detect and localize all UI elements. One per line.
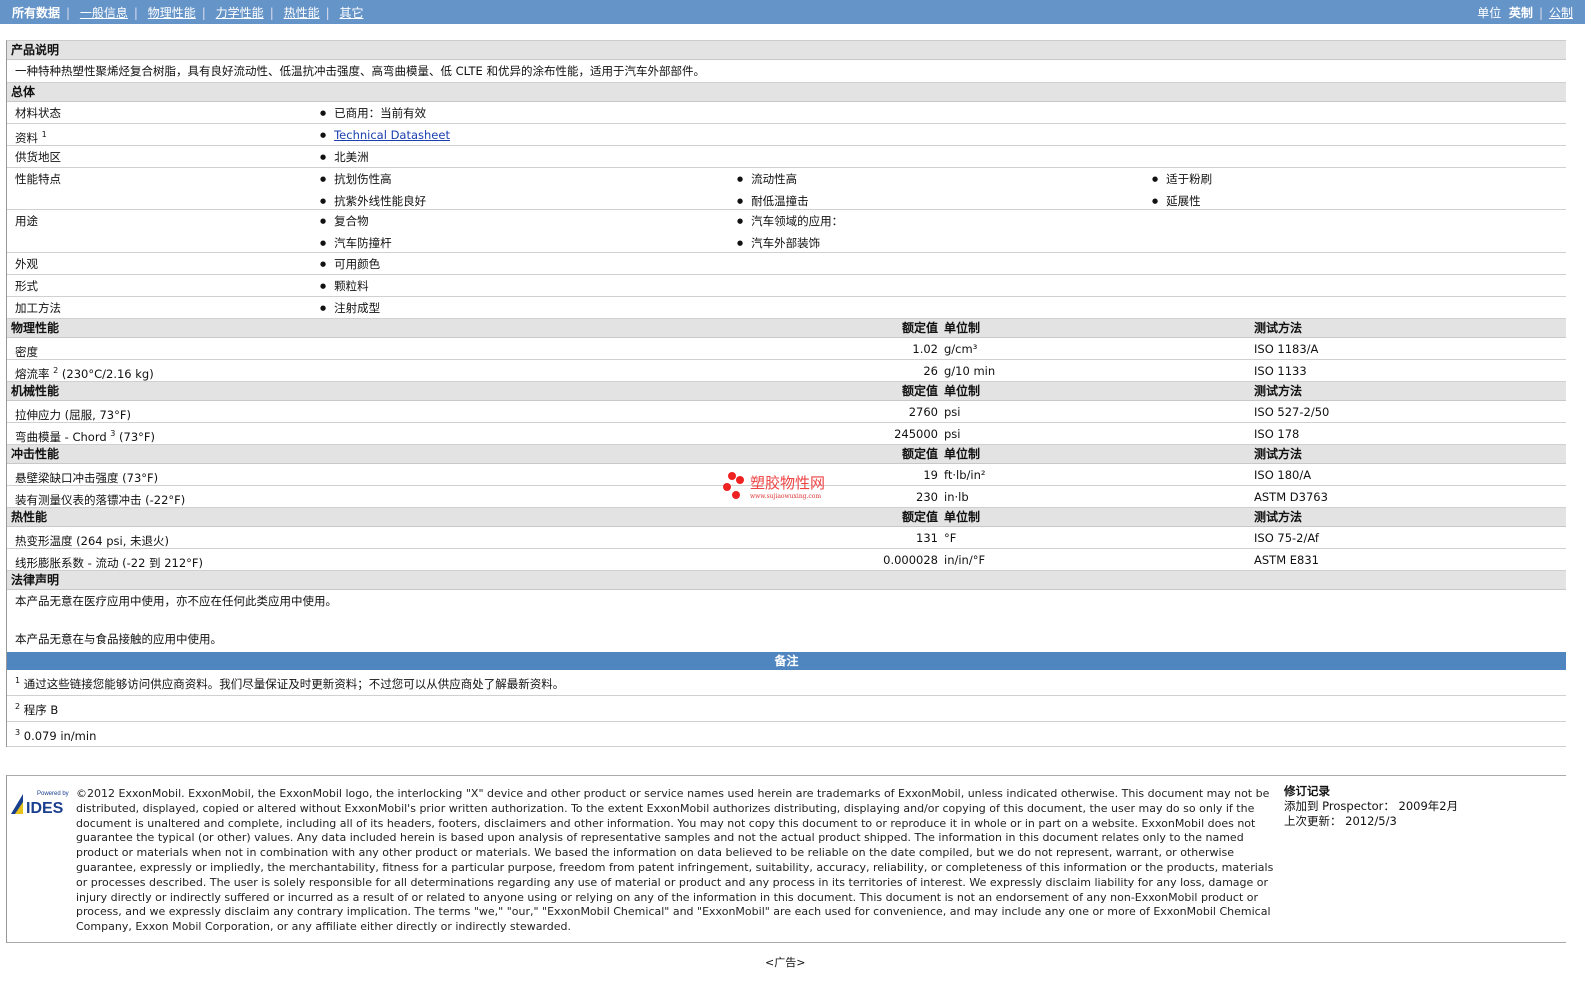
ad-placeholder: <广告> — [765, 956, 806, 969]
property-unit: g/cm³ — [944, 342, 978, 356]
property-condition: (屈服, 73°F) — [64, 407, 131, 422]
row-form: 形式颗粒料 — [7, 275, 1566, 297]
revision-history: 修订记录 添加到 Prospector： 2009年2月 上次更新： 2012/… — [1284, 784, 1459, 828]
property-name: 装有测量仪表的落镖冲击 — [15, 492, 142, 507]
note-item: 1 通过这些链接您能够访问供应商资料。我们尽量保证及时更新资料；不过您可以从供应… — [7, 670, 1566, 696]
svg-text:Powered by: Powered by — [37, 791, 69, 797]
section-general: 总体 — [7, 83, 1566, 102]
legal-line: 本产品无意在与食品接触的应用中使用。 — [15, 632, 222, 646]
test-method: ASTM E831 — [1254, 553, 1319, 567]
tab-other[interactable]: 其它 — [339, 6, 363, 20]
copyright-text: ©2012 ExxonMobil. ExxonMobil, the ExxonM… — [76, 787, 1274, 934]
svg-text:IDES: IDES — [26, 800, 64, 816]
notes-header: 备注 — [7, 652, 1566, 670]
property-value: 2760 — [908, 405, 938, 419]
unit-switch: 单位 英制 | 公制 — [1477, 5, 1573, 20]
test-method: ISO 1133 — [1254, 364, 1307, 378]
property-value: 19 — [923, 468, 938, 482]
test-method: ISO 180/A — [1254, 468, 1312, 482]
tab-physical[interactable]: 物理性能 — [148, 6, 196, 20]
notes-list: 1 通过这些链接您能够访问供应商资料。我们尽量保证及时更新资料；不过您可以从供应… — [7, 670, 1566, 748]
row-status: 材料状态已商用：当前有效 — [7, 102, 1566, 124]
property-name: 密度 — [15, 344, 38, 359]
property-row: 拉伸应力 (屈服, 73°F) 2760 psi ISO 527-2/50 — [7, 401, 1566, 423]
unit-metric[interactable]: 公制 — [1549, 6, 1573, 20]
test-method: ASTM D3763 — [1254, 490, 1328, 504]
tab-mechanical[interactable]: 力学性能 — [216, 6, 264, 20]
property-condition: (-22 到 212°F) — [122, 555, 204, 570]
property-unit: psi — [944, 427, 961, 441]
property-unit: psi — [944, 405, 961, 419]
datasheet: 产品说明 一种特种热塑性聚烯烃复合树脂，具有良好流动性、低温抗冲击强度、高弯曲模… — [6, 40, 1566, 748]
property-value: 131 — [916, 531, 938, 545]
top-nav: 所有数据 | 一般信息 | 物理性能 | 力学性能 | 热性能 | 其它 单位 英制 | 公制 — [0, 0, 1585, 24]
property-name: 熔流率 — [15, 366, 50, 381]
property-name: 弯曲模量 - Chord — [15, 429, 107, 444]
section-impact: 冲击性能 额定值 单位制 测试方法 — [7, 445, 1566, 464]
row-uses: 用途 复合物汽车防撞杆 汽车领域的应用：汽车外部装饰 — [7, 210, 1566, 253]
property-value: 1.02 — [912, 342, 938, 356]
note-item: 2 程序 B — [7, 696, 1566, 722]
property-value: 26 — [923, 364, 938, 378]
property-unit: g/10 min — [944, 364, 996, 378]
section-legal: 法律声明 — [7, 571, 1566, 590]
tab-all-data[interactable]: 所有数据 — [12, 6, 60, 20]
note-item: 3 0.079 in/min — [7, 722, 1566, 748]
section-tabs: 所有数据 | 一般信息 | 物理性能 | 力学性能 | 热性能 | 其它 — [12, 5, 364, 20]
technical-datasheet-link[interactable]: Technical Datasheet — [334, 128, 450, 142]
property-name: 热变形温度 — [15, 533, 73, 548]
legal-notes: 本产品无意在医疗应用中使用，亦不应在任何此类应用中使用。 本产品无意在与食品接触… — [7, 590, 1566, 652]
row-region: 供货地区北美洲 — [7, 146, 1566, 168]
section-physical: 物理性能 额定值 单位制 测试方法 — [7, 319, 1566, 338]
property-value: 245000 — [894, 427, 938, 441]
property-unit: °F — [944, 531, 957, 545]
property-unit: ft·lb/in² — [944, 468, 986, 482]
property-name: 线形膨胀系数 - 流动 — [15, 555, 119, 570]
description-text: 一种特种热塑性聚烯烃复合树脂，具有良好流动性、低温抗冲击强度、高弯曲模量、低 C… — [7, 60, 1566, 83]
watermark-logo: 塑胶物性网 www.sujiaowuxing.com — [723, 472, 825, 500]
section-description: 产品说明 — [7, 41, 1566, 60]
property-name: 拉伸应力 — [15, 407, 61, 422]
property-row: 热变形温度 (264 psi, 未退火) 131 °F ISO 75-2/Af — [7, 527, 1566, 549]
property-row: 弯曲模量 - Chord 3 (73°F) 245000 psi ISO 178 — [7, 423, 1566, 445]
unit-english[interactable]: 英制 — [1509, 6, 1533, 20]
property-unit: in·lb — [944, 490, 969, 504]
property-sections: 物理性能 额定值 单位制 测试方法 密度 1.02 g/cm³ ISO 1183/A 熔流率 … — [7, 319, 1566, 571]
units-label: 单位 — [1477, 5, 1502, 20]
test-method: ISO 75-2/Af — [1254, 531, 1319, 545]
property-condition: (73°F) — [122, 470, 159, 485]
footer: IDES Powered by ©2012 ExxonMobil. ExxonM… — [6, 775, 1566, 943]
property-condition: (230°C/2.16 kg) — [61, 366, 154, 381]
test-method: ISO 178 — [1254, 427, 1300, 441]
property-row: 密度 1.02 g/cm³ ISO 1183/A — [7, 338, 1566, 360]
section-mechanical: 机械性能 额定值 单位制 测试方法 — [7, 382, 1566, 401]
property-condition: (-22°F) — [145, 492, 186, 507]
test-method: ISO 1183/A — [1254, 342, 1319, 356]
tab-general-info[interactable]: 一般信息 — [80, 6, 128, 20]
ides-logo: IDES Powered by — [11, 791, 69, 816]
property-unit: in/in/°F — [944, 553, 986, 567]
property-condition: (73°F) — [119, 429, 156, 444]
row-process: 加工方法注射成型 — [7, 297, 1566, 319]
property-value: 0.000028 — [883, 553, 938, 567]
property-condition: (264 psi, 未退火) — [76, 533, 170, 548]
property-row: 熔流率 2 (230°C/2.16 kg) 26 g/10 min ISO 1133 — [7, 360, 1566, 382]
property-value: 230 — [916, 490, 938, 504]
row-appearance: 外观可用颜色 — [7, 253, 1566, 275]
section-thermal: 热性能 额定值 单位制 测试方法 — [7, 508, 1566, 527]
property-row: 线形膨胀系数 - 流动 (-22 到 212°F) 0.000028 in/in/°… — [7, 549, 1566, 571]
svg-text:塑胶物性网: 塑胶物性网 — [750, 474, 825, 492]
row-features: 性能特点 抗划伤性高抗紫外线性能良好 流动性高耐低温撞击 适于粉刷延展性 — [7, 168, 1566, 210]
row-docs: 资料 1Technical Datasheet — [7, 124, 1566, 146]
property-name: 悬壁梁缺口冲击强度 — [15, 470, 119, 485]
tab-thermal[interactable]: 热性能 — [284, 6, 320, 20]
legal-line: 本产品无意在医疗应用中使用，亦不应在任何此类应用中使用。 — [15, 594, 337, 608]
svg-text:www.sujiaowuxing.com: www.sujiaowuxing.com — [750, 493, 821, 500]
test-method: ISO 527-2/50 — [1254, 405, 1330, 419]
